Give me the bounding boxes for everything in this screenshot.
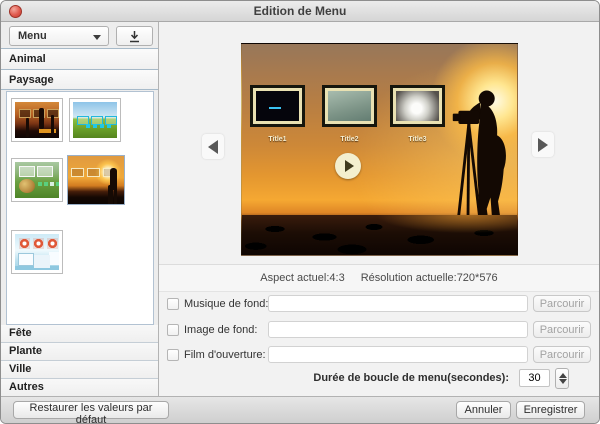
category-label: Autres xyxy=(9,381,44,393)
sidebar-item-animal[interactable]: Animal xyxy=(1,48,158,69)
sidebar-item-paysage[interactable]: Paysage xyxy=(1,69,158,90)
preview-frame-1[interactable] xyxy=(250,85,305,127)
menu-dropdown[interactable]: Menu xyxy=(9,26,109,46)
footer-bar: Restaurer les valeurs par défaut Annuler… xyxy=(1,396,599,423)
save-button[interactable]: Enregistrer xyxy=(516,401,585,419)
sidebar-item-ville[interactable]: Ville xyxy=(1,361,158,379)
opening-film-input[interactable] xyxy=(268,346,528,363)
opening-film-browse-button[interactable]: Parcourir xyxy=(533,346,591,363)
category-label: Paysage xyxy=(9,74,54,86)
preview-frame-3[interactable] xyxy=(390,85,445,127)
opening-film-label: Film d'ouverture: xyxy=(184,349,266,361)
arrow-right-icon xyxy=(538,137,548,152)
template-thumbnail-panel xyxy=(6,91,154,325)
menu-dropdown-value: Menu xyxy=(18,30,47,42)
mudflat-ground xyxy=(242,215,517,255)
preview-frame-2[interactable] xyxy=(322,85,377,127)
opening-film-row: Film d'ouverture: Parcourir xyxy=(159,346,599,366)
next-template-button[interactable] xyxy=(532,132,554,157)
chevron-down-icon xyxy=(93,35,101,40)
stepper-down-icon xyxy=(559,379,567,384)
sidebar: Menu Animal Paysage Fête Plante Ville Au… xyxy=(1,22,159,397)
frame-2-clip xyxy=(328,91,371,121)
close-button[interactable] xyxy=(9,5,22,18)
edition-de-menu-dialog: Edition de Menu Menu Animal Paysage Fête… xyxy=(0,0,600,424)
download-template-button[interactable] xyxy=(116,26,153,46)
category-label: Fête xyxy=(9,327,32,339)
restore-defaults-button[interactable]: Restaurer les valeurs par défaut xyxy=(13,401,169,423)
category-label: Ville xyxy=(9,363,32,375)
menu-loop-duration-input[interactable] xyxy=(519,369,550,387)
thumbnail-art xyxy=(68,156,124,204)
cancel-button[interactable]: Annuler xyxy=(456,401,511,419)
background-music-label: Musique de fond: xyxy=(184,298,269,310)
thumbnail-art xyxy=(15,234,59,270)
frame-1-clip xyxy=(256,91,299,121)
frame-3-title: Title3 xyxy=(408,136,427,143)
titlebar: Edition de Menu xyxy=(1,1,599,22)
thumbnail-art xyxy=(73,102,117,138)
thumbnail-hay-bale[interactable] xyxy=(11,158,63,202)
sidebar-item-plante[interactable]: Plante xyxy=(1,343,158,361)
background-image-input[interactable] xyxy=(268,321,528,338)
category-list-top: Animal Paysage xyxy=(1,48,158,90)
frame-2-title: Title2 xyxy=(340,136,359,143)
thumbnail-art xyxy=(15,102,59,138)
thumbnail-photographer-sunset-selected[interactable] xyxy=(67,155,125,205)
download-icon xyxy=(130,30,139,42)
background-image-checkbox[interactable] xyxy=(167,324,179,336)
background-music-input[interactable] xyxy=(268,295,528,312)
background-image-label: Image de fond: xyxy=(184,324,258,336)
menu-loop-stepper[interactable] xyxy=(555,368,569,389)
sidebar-item-autres[interactable]: Autres xyxy=(1,379,158,397)
play-button[interactable] xyxy=(335,153,361,179)
opening-film-checkbox[interactable] xyxy=(167,349,179,361)
frame-1-title: Title1 xyxy=(268,136,287,143)
background-music-browse-button[interactable]: Parcourir xyxy=(533,295,591,312)
thumbnail-winter-snow[interactable] xyxy=(11,230,63,274)
category-label: Plante xyxy=(9,345,43,357)
background-music-checkbox[interactable] xyxy=(167,298,179,310)
background-image-browse-button[interactable]: Parcourir xyxy=(533,321,591,338)
menu-loop-row: Durée de boucle de menu(secondes): xyxy=(159,367,599,389)
previous-template-button[interactable] xyxy=(202,134,224,159)
main-panel: Title1 Title2 Title3 Aspect actuel:4:3 R… xyxy=(159,22,599,396)
menu-loop-label: Durée de boucle de menu(secondes): xyxy=(313,372,509,384)
thumbnail-green-field[interactable] xyxy=(69,98,121,142)
background-music-row: Musique de fond: Parcourir xyxy=(159,295,599,315)
thumbnail-desert-sunset[interactable] xyxy=(11,98,63,142)
background-image-row: Image de fond: Parcourir xyxy=(159,321,599,341)
play-icon xyxy=(345,160,354,172)
stepper-up-icon xyxy=(559,373,567,378)
info-strip: Aspect actuel:4:3 Résolution actuelle:72… xyxy=(159,264,599,292)
aspect-ratio-text: Aspect actuel:4:3 xyxy=(260,272,345,284)
resolution-text: Résolution actuelle:720*576 xyxy=(360,272,498,284)
arrow-left-icon xyxy=(208,139,218,154)
category-label: Animal xyxy=(9,53,46,65)
menu-preview: Title1 Title2 Title3 xyxy=(241,43,518,256)
sidebar-item-fete[interactable]: Fête xyxy=(1,325,158,343)
frame-3-clip xyxy=(396,91,439,121)
category-list-bottom: Fête Plante Ville Autres xyxy=(1,325,158,397)
window-title: Edition de Menu xyxy=(253,4,347,18)
thumbnail-art xyxy=(15,162,59,198)
